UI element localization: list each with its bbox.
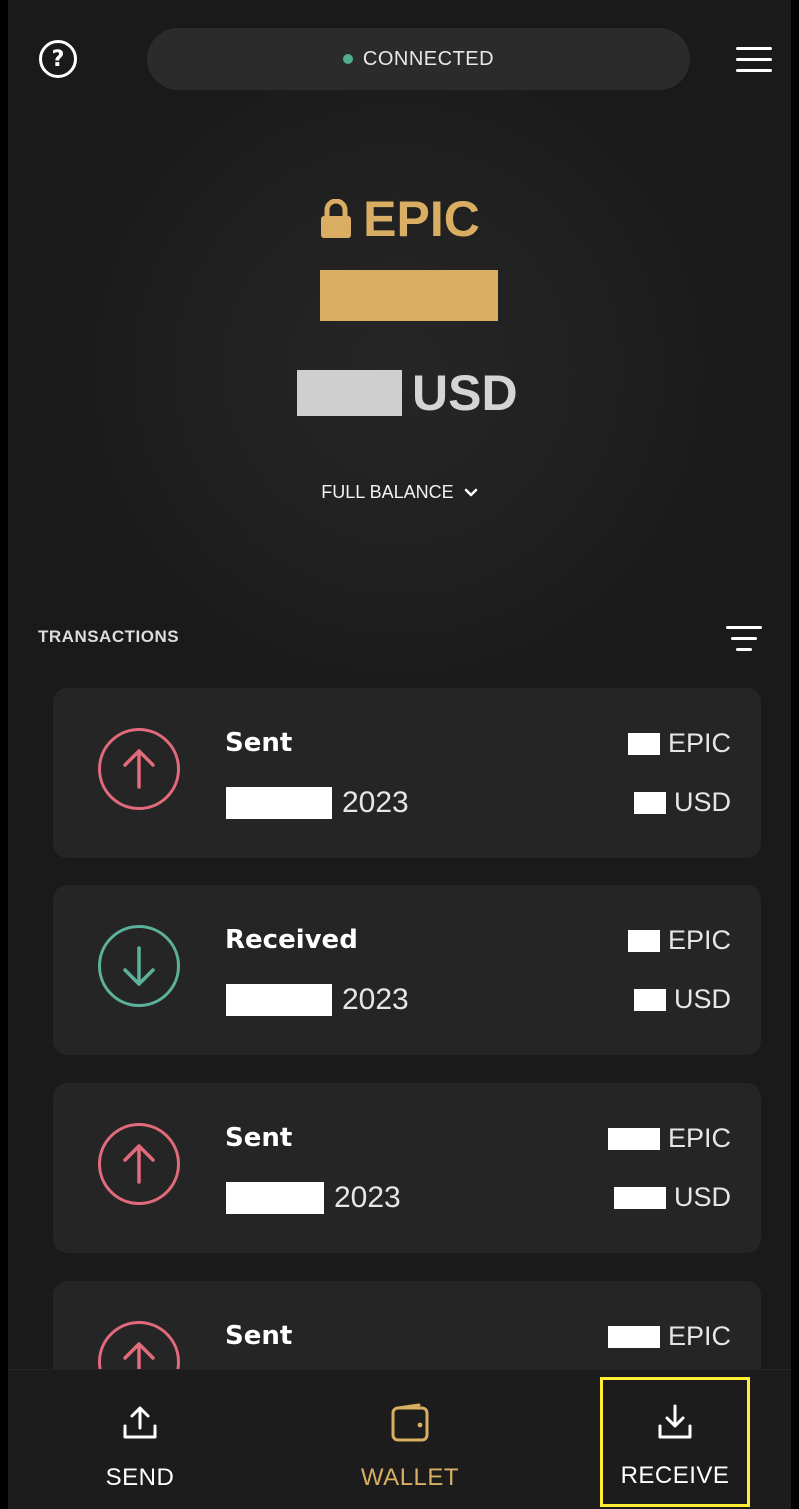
transaction-card[interactable]: Received 2023 EPIC USD xyxy=(53,885,761,1055)
upload-icon xyxy=(123,1406,157,1439)
chevron-down-icon xyxy=(464,488,477,496)
transaction-type: Received xyxy=(225,925,358,955)
crypto-unit: EPIC xyxy=(667,728,731,758)
filter-button[interactable] xyxy=(726,624,762,654)
amount-redacted xyxy=(627,732,660,755)
date-redacted xyxy=(226,1182,324,1214)
balance-currency: EPIC xyxy=(363,191,480,247)
arrow-down-circle-icon xyxy=(98,925,180,1007)
amount-redacted xyxy=(607,1127,660,1150)
wallet-screen: ? CONNECTED EPIC USD FULL BALANCE TRANSA… xyxy=(8,0,791,1509)
fiat-amount-redacted xyxy=(297,370,402,416)
connection-status: CONNECTED xyxy=(147,28,690,90)
crypto-unit: EPIC xyxy=(667,925,731,955)
transaction-crypto-amount: EPIC xyxy=(607,1321,731,1352)
filter-icon xyxy=(726,626,762,629)
bottom-nav: SEND WALLET RECEIVE xyxy=(8,1369,791,1509)
transaction-crypto-amount: EPIC xyxy=(627,925,731,956)
transactions-header: TRANSACTIONS xyxy=(38,627,180,646)
status-text: CONNECTED xyxy=(362,47,495,70)
arrow-up-circle-icon xyxy=(98,1123,180,1205)
amount-redacted xyxy=(633,791,666,814)
help-button[interactable]: ? xyxy=(39,40,77,78)
lock-icon xyxy=(321,199,352,238)
balance-mode-toggle[interactable]: FULL BALANCE xyxy=(8,482,791,503)
amount-redacted xyxy=(607,1325,660,1348)
transaction-crypto-amount: EPIC xyxy=(627,728,731,759)
crypto-unit: EPIC xyxy=(667,1321,731,1351)
transaction-date: 2023 xyxy=(226,786,409,820)
transaction-year: 2023 xyxy=(342,786,409,819)
transaction-crypto-amount: EPIC xyxy=(607,1123,731,1154)
balance-amount-redacted xyxy=(320,270,498,321)
fiat-balance: USD xyxy=(297,365,518,421)
amount-redacted xyxy=(633,988,666,1011)
wallet-button[interactable]: WALLET xyxy=(350,1370,470,1509)
receive-label: RECEIVE xyxy=(620,1462,730,1489)
transaction-card[interactable]: Sent 2023 EPIC USD xyxy=(53,688,761,858)
wallet-icon xyxy=(391,1403,429,1442)
balance-title: EPIC xyxy=(8,190,791,248)
transaction-type: Sent xyxy=(225,1321,293,1351)
menu-button[interactable] xyxy=(736,47,772,73)
crypto-unit: EPIC xyxy=(667,1123,731,1153)
fiat-unit: USD xyxy=(673,1182,731,1212)
date-redacted xyxy=(226,984,332,1016)
transaction-fiat-amount: USD xyxy=(613,1182,731,1213)
download-icon xyxy=(658,1404,692,1439)
transaction-card[interactable]: Sent 2023 EPIC USD xyxy=(53,1083,761,1253)
date-redacted xyxy=(226,787,332,819)
fiat-currency: USD xyxy=(412,365,518,421)
arrow-up-circle-icon xyxy=(98,728,180,810)
help-icon: ? xyxy=(51,46,65,72)
amount-redacted xyxy=(613,1186,666,1209)
transaction-type: Sent xyxy=(225,728,293,758)
receive-button[interactable]: RECEIVE xyxy=(600,1377,750,1507)
fiat-unit: USD xyxy=(673,984,731,1014)
transaction-date: 2023 xyxy=(226,983,409,1017)
status-dot xyxy=(342,54,353,64)
transaction-fiat-amount: USD xyxy=(633,984,731,1015)
transaction-year: 2023 xyxy=(334,1181,401,1214)
transaction-type: Sent xyxy=(225,1123,293,1153)
balance-mode-label: FULL BALANCE xyxy=(321,482,454,502)
transaction-year: 2023 xyxy=(342,983,409,1016)
amount-redacted xyxy=(627,929,660,952)
wallet-label: WALLET xyxy=(360,1464,460,1491)
transaction-date: 2023 xyxy=(226,1181,401,1215)
send-button[interactable]: SEND xyxy=(90,1370,190,1509)
fiat-unit: USD xyxy=(673,787,731,817)
transaction-fiat-amount: USD xyxy=(633,787,731,818)
send-label: SEND xyxy=(105,1464,175,1491)
